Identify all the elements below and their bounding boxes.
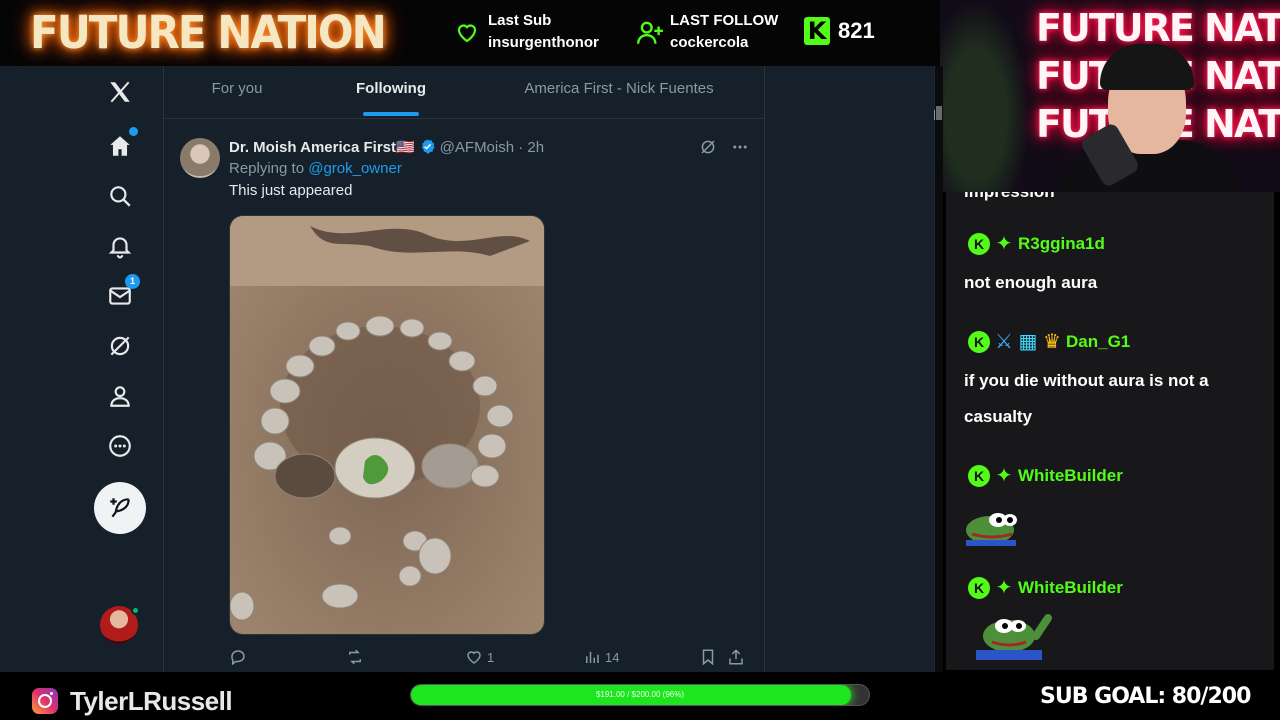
online-indicator — [131, 606, 140, 615]
more-options-icon[interactable] — [731, 138, 749, 156]
view-count: 14 — [605, 649, 620, 665]
right-sidebar — [766, 66, 940, 672]
tweet-text: This just appeared — [229, 182, 353, 199]
mail-icon[interactable]: 1 — [106, 274, 140, 310]
like-button[interactable]: 1 — [465, 648, 494, 666]
kick-badge-icon: K — [968, 233, 990, 255]
tweet-handle-time: @AFMoish · 2h — [439, 139, 545, 156]
grok-explain-icon[interactable] — [699, 138, 717, 156]
last-sub-user: insurgenthonor — [488, 34, 599, 51]
last-follow-user: cockercola — [670, 34, 749, 51]
home-icon[interactable] — [106, 127, 138, 160]
account-avatar[interactable] — [100, 606, 140, 644]
like-count: 1 — [487, 649, 495, 665]
views-button[interactable]: 14 — [583, 648, 619, 666]
more-icon[interactable] — [106, 432, 134, 460]
tab-america-first[interactable]: America First - Nick Fuentes — [510, 66, 728, 119]
chat-username[interactable]: K ✦ WhiteBuilder — [968, 577, 1123, 599]
future-nation-logo: FUTURE NATION — [30, 6, 387, 59]
streamer-headphones — [1100, 44, 1194, 90]
last-follow-label: LAST FOLLOW — [670, 12, 779, 29]
sword-badge-icon: ⚔ — [995, 331, 1013, 353]
chat-scrollbar[interactable] — [935, 66, 943, 672]
tweet[interactable]: Dr. Moish America First🇺🇸 @AFMoish · 2h R… — [165, 128, 765, 672]
active-tab-indicator — [363, 112, 419, 116]
chat-message-text: if you die without aura is not a casualt… — [964, 371, 1209, 426]
search-icon[interactable] — [106, 182, 134, 210]
chat-username[interactable]: K ⚔ ▦ ♛ Dan_G1 — [968, 331, 1130, 353]
stream-bottom-overlay: TylerLRussell $191.00 / $200.00 (96%) SU… — [0, 672, 1280, 720]
bookmark-button[interactable] — [699, 648, 717, 666]
messages-badge: 1 — [125, 274, 140, 289]
kick-logo-icon: K — [804, 17, 830, 45]
kick-badge-icon: K — [968, 465, 990, 487]
bookmark-icon — [702, 649, 714, 666]
diamond-badge-icon: ✦ — [995, 577, 1013, 599]
timeline-column: For you Following America First - Nick F… — [165, 66, 765, 672]
compose-post-button[interactable] — [94, 482, 146, 534]
repost-button[interactable] — [345, 648, 365, 666]
share-icon — [729, 649, 743, 665]
chat-scrollbar-thumb[interactable] — [936, 106, 942, 120]
background-plant — [940, 0, 1030, 192]
chat-clipped-text: impression — [964, 192, 1055, 202]
views-chart-icon — [586, 651, 599, 663]
pepe-emote — [966, 513, 1017, 546]
reply-icon — [231, 650, 245, 666]
kick-badge-icon: K — [968, 577, 990, 599]
pepe-wave-emote — [976, 614, 1052, 660]
tweet-action-bar: 1 14 — [229, 648, 749, 670]
chat-message-text: not enough aura — [964, 273, 1098, 292]
instagram-icon — [32, 688, 58, 714]
bell-icon[interactable] — [106, 232, 134, 260]
verified-badge-icon — [421, 139, 435, 154]
reply-button[interactable] — [229, 648, 247, 666]
kick-count-value: 821 — [838, 18, 875, 43]
donation-goal-bar: $191.00 / $200.00 (96%) — [410, 684, 870, 706]
diamond-badge-icon: ✦ — [995, 465, 1013, 487]
stream-top-overlay: FUTURE NATION Last Sub insurgenthonor LA… — [0, 0, 940, 66]
tweet-top-actions — [699, 138, 749, 156]
timeline-tabs: For you Following America First - Nick F… — [165, 66, 765, 119]
profile-icon[interactable] — [106, 382, 134, 410]
stream-chat: impression K ✦ R3ggina1d not enough aura… — [946, 192, 1274, 670]
chat-username[interactable]: K ✦ WhiteBuilder — [968, 465, 1123, 487]
replying-to-mention[interactable]: @grok_owner — [308, 160, 402, 177]
tab-following[interactable]: Following — [351, 66, 431, 119]
feather-plus-icon — [110, 498, 130, 518]
tab-for-you[interactable]: For you — [197, 66, 277, 119]
twitter-window: 1 For you Following America First - Nick… — [0, 66, 940, 672]
heart-icon — [457, 24, 477, 43]
last-sub-label: Last Sub — [488, 12, 552, 29]
diamond-badge-icon: ✦ — [995, 233, 1013, 255]
grid-badge-icon: ▦ — [1018, 331, 1038, 353]
repost-icon — [349, 649, 361, 665]
replying-to: Replying to @grok_owner — [229, 160, 402, 177]
kick-badge-icon: K — [968, 331, 990, 353]
webcam-feed: FUTURE NATION FUTURE NATION FUTURE NATIO… — [940, 0, 1280, 192]
chat-username[interactable]: K ✦ R3ggina1d — [968, 233, 1105, 255]
x-logo-icon[interactable] — [106, 78, 134, 106]
kick-follower-count: K 821 — [804, 15, 875, 47]
tweet-photo[interactable] — [229, 215, 545, 635]
social-handle: TylerLRussell — [70, 686, 233, 716]
share-button[interactable] — [727, 648, 745, 666]
home-notification-dot — [129, 127, 138, 136]
tweet-author-name[interactable]: Dr. Moish America First🇺🇸 — [229, 139, 415, 156]
crown-badge-icon: ♛ — [1043, 331, 1061, 353]
donation-goal-text: $191.00 / $200.00 (96%) — [595, 690, 685, 699]
sub-goal-counter: SUB GOAL: 80/200 — [1040, 684, 1251, 709]
left-nav: 1 — [0, 66, 164, 672]
grok-icon[interactable] — [106, 332, 134, 360]
user-plus-icon — [636, 21, 663, 44]
tweet-author-avatar[interactable] — [180, 138, 220, 178]
tweet-header: Dr. Moish America First🇺🇸 @AFMoish · 2h — [229, 138, 544, 158]
heart-outline-icon — [467, 651, 481, 664]
